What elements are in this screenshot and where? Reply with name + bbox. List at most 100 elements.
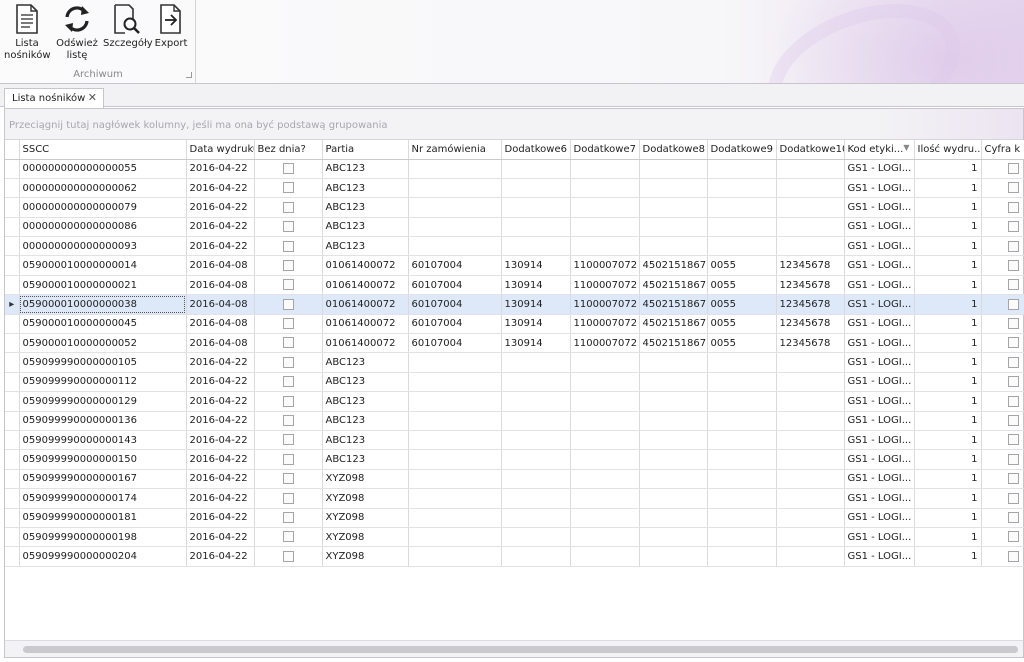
grid-cell[interactable]: 1 — [914, 217, 982, 238]
grid-cell[interactable] — [570, 508, 640, 528]
grid-cell[interactable] — [570, 217, 640, 238]
grid-cell[interactable] — [408, 236, 502, 257]
bez-dnia-checkbox[interactable] — [282, 279, 294, 291]
grid-cell[interactable] — [501, 197, 571, 218]
grid-cell[interactable]: 130914 — [501, 333, 571, 354]
bez-dnia-checkbox[interactable] — [282, 182, 294, 194]
grid-cell[interactable]: 4502151867 — [639, 314, 708, 335]
grid-cell[interactable]: 059099990000000167 — [19, 469, 187, 490]
grid-cell[interactable]: 12345678 — [776, 275, 845, 296]
bez-dnia-cell[interactable] — [254, 236, 323, 257]
export-button[interactable]: Export — [152, 3, 190, 50]
grid-cell[interactable]: XYZ098 — [322, 469, 409, 490]
grid-cell[interactable]: 1 — [914, 197, 982, 218]
grid-cell[interactable] — [501, 488, 571, 509]
row-indicator[interactable] — [5, 372, 20, 393]
grid-cell[interactable]: 1 — [914, 275, 982, 296]
cyfra-checkbox[interactable] — [1007, 434, 1019, 446]
grid-cell[interactable] — [501, 391, 571, 412]
cyfra-checkbox[interactable] — [1007, 298, 1019, 310]
grid-cell[interactable] — [707, 197, 777, 218]
grid-cell[interactable] — [707, 488, 777, 509]
bez-dnia-checkbox[interactable] — [282, 473, 294, 485]
table-row[interactable]: 059099990000000105 2016-04-22 ABC123 GS1 - … — [5, 352, 1024, 373]
row-indicator[interactable] — [5, 333, 20, 354]
grid-cell[interactable]: 1100007072 — [570, 314, 640, 335]
grid-cell[interactable]: 130914 — [501, 255, 571, 276]
grid-cell[interactable]: GS1 - LOGI... — [844, 411, 915, 431]
bez-dnia-cell[interactable] — [254, 178, 323, 199]
grid-cell[interactable] — [776, 159, 845, 179]
cyfra-kontrolna-cell[interactable] — [981, 178, 1024, 199]
grid-cell[interactable] — [639, 469, 708, 490]
grid-cell[interactable]: XYZ098 — [322, 546, 409, 567]
grid-cell[interactable] — [707, 430, 777, 451]
grid-cell[interactable]: GS1 - LOGI... — [844, 527, 915, 548]
grid-cell[interactable] — [501, 217, 571, 238]
grid-cell[interactable]: ABC123 — [322, 411, 409, 431]
grid-cell[interactable] — [776, 372, 845, 393]
grid-cell[interactable]: 1 — [914, 178, 982, 199]
cyfra-checkbox[interactable] — [1007, 550, 1019, 562]
grid-cell[interactable]: ABC123 — [322, 449, 409, 470]
grid-cell[interactable] — [776, 178, 845, 199]
bez-dnia-checkbox[interactable] — [282, 221, 294, 233]
bez-dnia-cell[interactable] — [254, 527, 323, 548]
bez-dnia-checkbox[interactable] — [282, 337, 294, 349]
grid-cell[interactable]: 1 — [914, 159, 982, 179]
cyfra-kontrolna-cell[interactable] — [981, 508, 1024, 528]
grid-cell[interactable]: 2016-04-22 — [186, 508, 255, 528]
grid-cell[interactable]: 1 — [914, 430, 982, 451]
row-indicator[interactable] — [5, 430, 20, 451]
grid-cell[interactable]: 059099990000000112 — [19, 372, 187, 393]
column-header[interactable]: SSCC — [19, 140, 187, 160]
cyfra-kontrolna-cell[interactable] — [981, 430, 1024, 451]
grid-cell[interactable] — [570, 430, 640, 451]
grid-cell[interactable] — [707, 546, 777, 567]
grid-cell[interactable]: 2016-04-08 — [186, 294, 255, 315]
row-indicator[interactable] — [5, 546, 20, 567]
grid-cell[interactable]: 1 — [914, 546, 982, 567]
grid-cell[interactable]: GS1 - LOGI... — [844, 217, 915, 238]
row-indicator[interactable] — [5, 469, 20, 490]
grid-cell[interactable]: GS1 - LOGI... — [844, 449, 915, 470]
grid-cell[interactable] — [776, 488, 845, 509]
bez-dnia-cell[interactable] — [254, 508, 323, 528]
grid-cell[interactable]: 01061400072 — [322, 275, 409, 296]
grid-cell[interactable]: XYZ098 — [322, 508, 409, 528]
grid-cell[interactable] — [639, 197, 708, 218]
cyfra-checkbox[interactable] — [1007, 376, 1019, 388]
bez-dnia-checkbox[interactable] — [282, 240, 294, 252]
row-indicator[interactable] — [5, 197, 20, 218]
cyfra-checkbox[interactable] — [1007, 473, 1019, 485]
cyfra-kontrolna-cell[interactable] — [981, 275, 1024, 296]
grid-cell[interactable] — [501, 236, 571, 257]
grid-cell[interactable] — [776, 411, 845, 431]
grid-cell[interactable] — [408, 469, 502, 490]
grid-cell[interactable] — [639, 352, 708, 373]
grid-cell[interactable]: 0055 — [707, 294, 777, 315]
grid-cell[interactable]: 2016-04-22 — [186, 178, 255, 199]
grid-cell[interactable]: 1 — [914, 236, 982, 257]
bez-dnia-cell[interactable] — [254, 159, 323, 179]
grid-cell[interactable] — [408, 197, 502, 218]
grid-cell[interactable] — [570, 411, 640, 431]
group-by-panel[interactable]: Przeciągnij tutaj nagłówek kolumny, jeśl… — [5, 109, 1023, 140]
grid-cell[interactable] — [501, 178, 571, 199]
grid-cell[interactable] — [408, 159, 502, 179]
grid-cell[interactable] — [707, 411, 777, 431]
table-row[interactable]: 059099990000000204 2016-04-22 XYZ098 GS1 - … — [5, 546, 1024, 567]
grid-cell[interactable]: 2016-04-22 — [186, 546, 255, 567]
grid-cell[interactable]: 2016-04-08 — [186, 314, 255, 335]
cyfra-kontrolna-cell[interactable] — [981, 488, 1024, 509]
grid-cell[interactable] — [776, 217, 845, 238]
grid-cell[interactable]: GS1 - LOGI... — [844, 546, 915, 567]
grid-cell[interactable]: 01061400072 — [322, 294, 409, 315]
grid-cell[interactable] — [776, 352, 845, 373]
grid-cell[interactable]: 60107004 — [408, 314, 502, 335]
grid-cell[interactable] — [570, 178, 640, 199]
grid-cell[interactable] — [501, 508, 571, 528]
lista-nosnikow-button[interactable]: Lista nośników — [4, 3, 51, 62]
grid-cell[interactable]: XYZ098 — [322, 527, 409, 548]
grid-cell[interactable] — [570, 391, 640, 412]
